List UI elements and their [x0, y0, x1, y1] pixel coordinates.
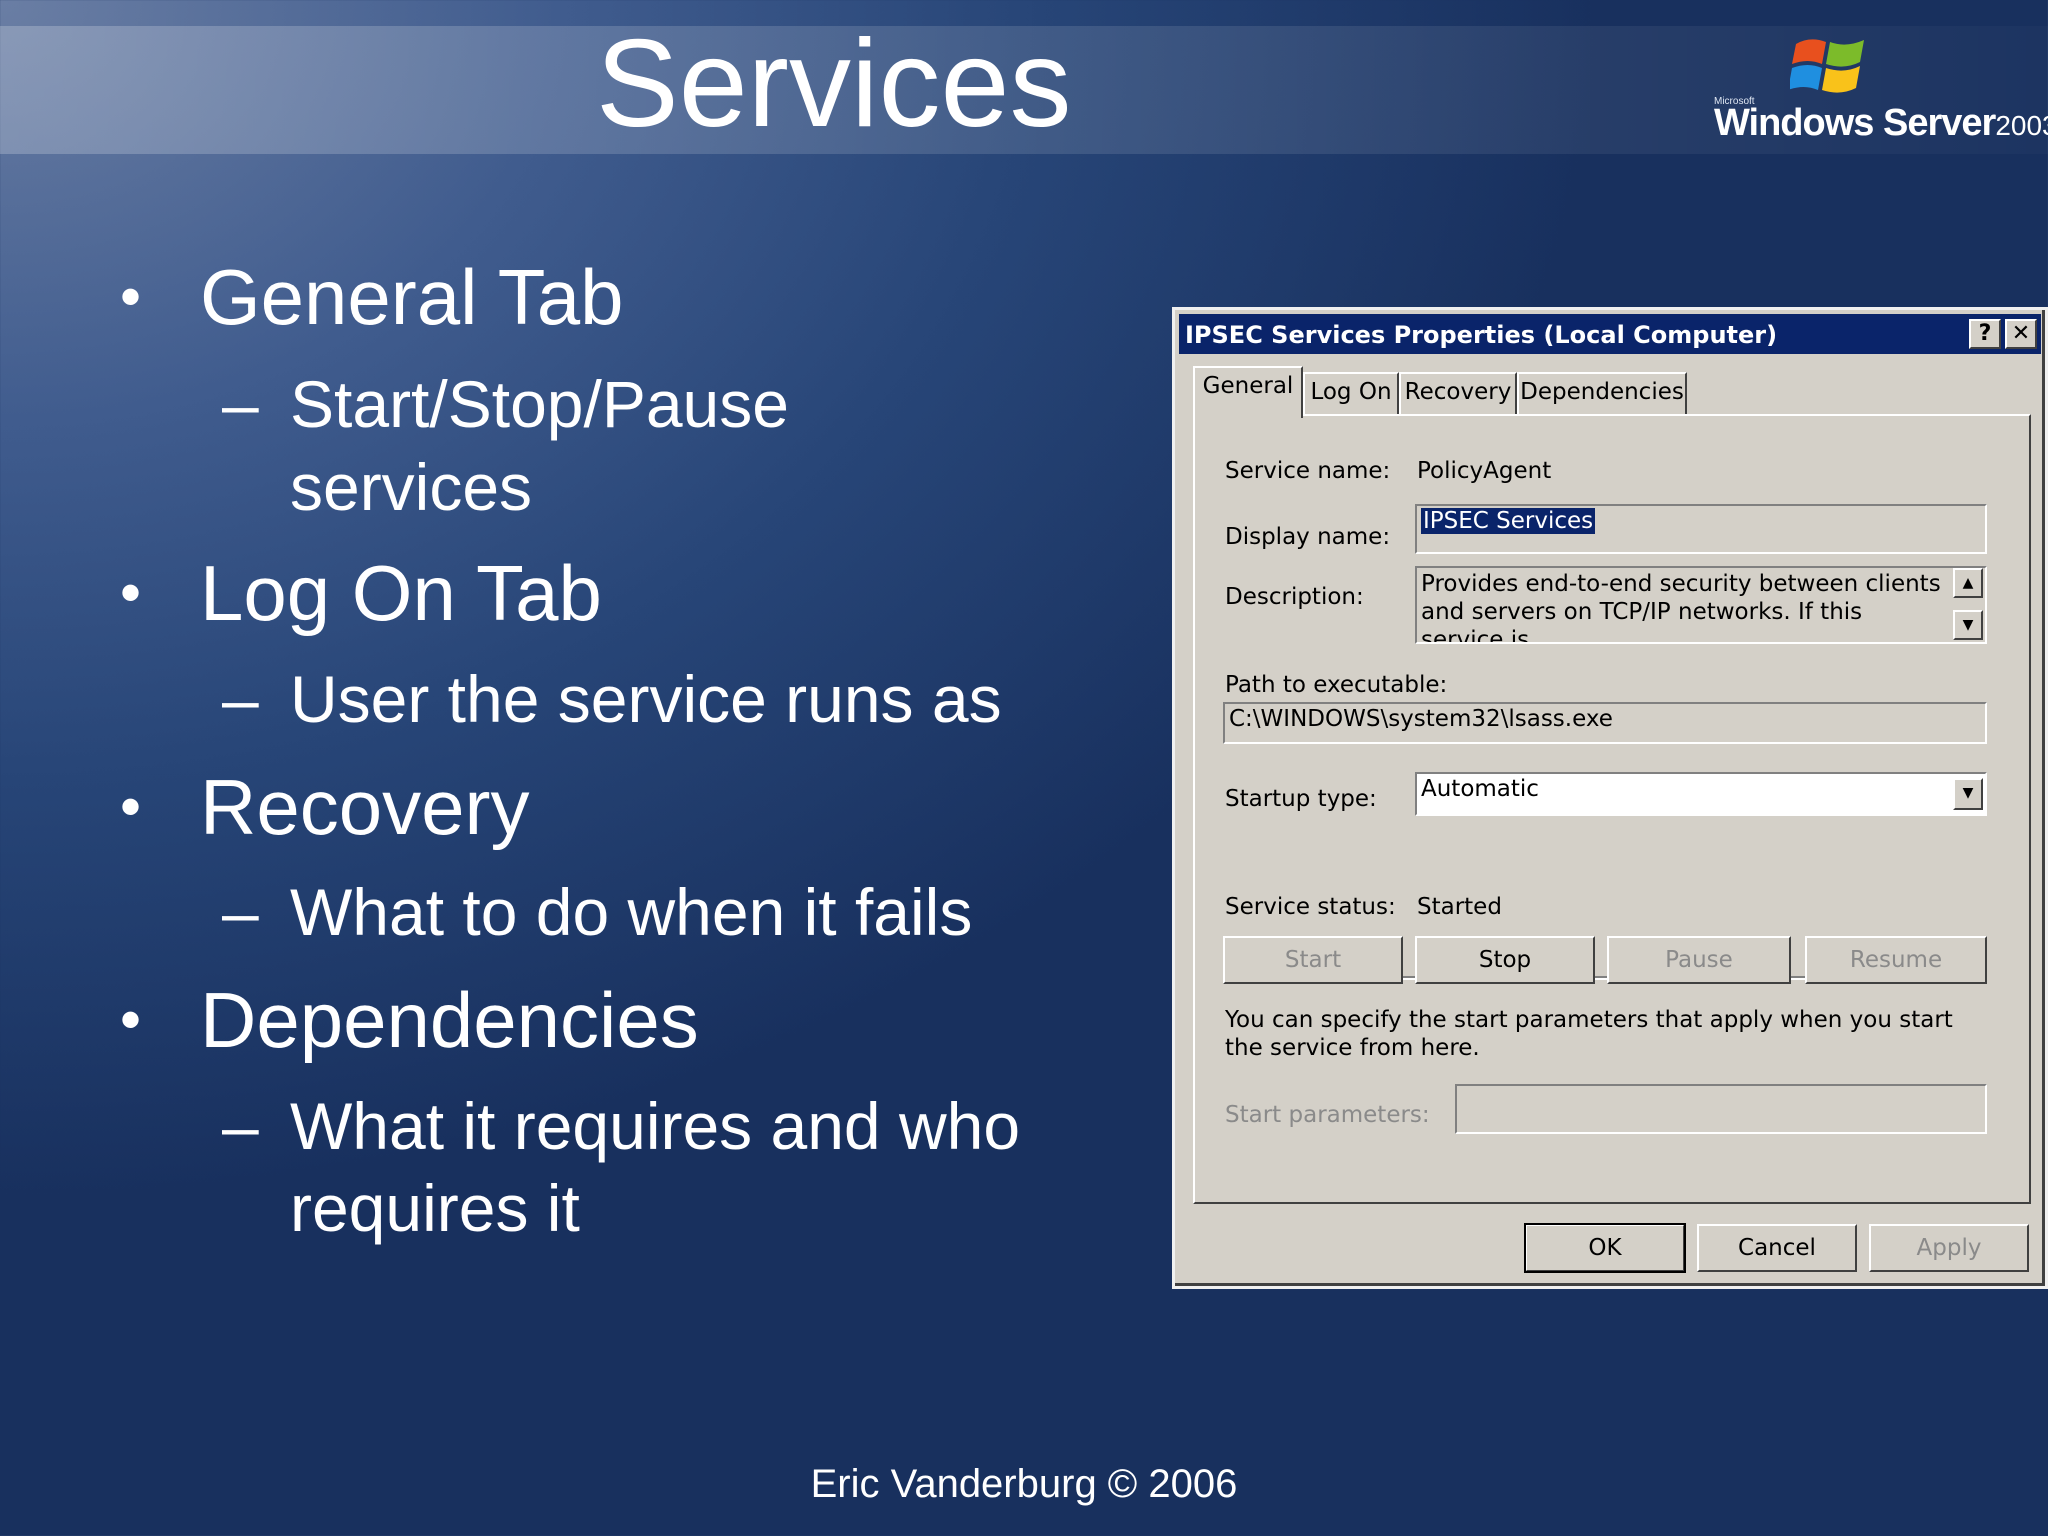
start-params-hint: You can specify the start parameters tha… — [1225, 1007, 1953, 1061]
start-params-label: Start parameters: — [1225, 1102, 1430, 1128]
description-value: Provides end-to-end security between cli… — [1421, 571, 1941, 644]
tab-general[interactable]: General — [1193, 366, 1303, 418]
service-status-label: Service status: — [1225, 894, 1396, 920]
startup-type-value: Automatic — [1421, 776, 1539, 802]
display-name-input[interactable]: IPSEC Services — [1415, 504, 1987, 554]
display-name-value: IPSEC Services — [1421, 508, 1596, 534]
scroll-down-arrow-icon[interactable]: ▼ — [1953, 610, 1983, 640]
apply-button[interactable]: Apply — [1869, 1224, 2029, 1272]
close-button[interactable]: ✕ — [2005, 319, 2037, 349]
cancel-button[interactable]: Cancel — [1697, 1224, 1857, 1272]
bullet-dot-icon: • — [120, 559, 142, 626]
start-button[interactable]: Start — [1223, 936, 1403, 984]
dialog-titlebar[interactable]: IPSEC Services Properties (Local Compute… — [1179, 314, 2041, 354]
dialog-title: IPSEC Services Properties (Local Compute… — [1185, 321, 1778, 349]
dash-icon: – — [222, 1089, 259, 1163]
ok-button[interactable]: OK — [1524, 1223, 1686, 1273]
stop-button[interactable]: Stop — [1415, 936, 1595, 984]
resume-button[interactable]: Resume — [1805, 936, 1987, 984]
service-name-value: PolicyAgent — [1417, 458, 1552, 484]
display-name-label: Display name: — [1225, 524, 1391, 550]
description-label: Description: — [1225, 584, 1364, 610]
tab-recovery[interactable]: Recovery — [1399, 372, 1517, 414]
windows-flag-icon — [1790, 39, 1864, 93]
help-button[interactable]: ? — [1969, 319, 2001, 349]
service-status-value: Started — [1417, 894, 1502, 920]
tab-log-on[interactable]: Log On — [1303, 372, 1399, 414]
description-textbox[interactable]: Provides end-to-end security between cli… — [1415, 566, 1987, 644]
start-params-input[interactable] — [1455, 1084, 1987, 1134]
bullet-dot-icon: • — [120, 263, 142, 330]
tab-dependencies[interactable]: Dependencies — [1517, 372, 1687, 414]
bullet-dot-icon: • — [120, 986, 142, 1053]
startup-type-select[interactable]: Automatic — [1415, 772, 1987, 816]
slide-title: Services — [596, 15, 1072, 153]
windows-server-logo: Microsoft Windows Server2003 — [1710, 30, 2048, 150]
startup-type-label: Startup type: — [1225, 786, 1377, 812]
dash-icon: – — [222, 662, 259, 736]
path-label: Path to executable: — [1225, 672, 1448, 698]
dash-icon: – — [222, 875, 259, 949]
slide-footer: Eric Vanderburg © 2006 — [810, 1462, 1238, 1506]
service-name-label: Service name: — [1225, 458, 1391, 484]
pause-button[interactable]: Pause — [1607, 936, 1791, 984]
dropdown-arrow-icon[interactable]: ▼ — [1953, 778, 1983, 810]
bullet-dot-icon: • — [120, 773, 142, 840]
logo-product: Windows Server2003 — [1714, 102, 2048, 144]
scroll-up-arrow-icon[interactable]: ▲ — [1953, 568, 1983, 598]
service-properties-dialog: IPSEC Services Properties (Local Compute… — [1172, 307, 2048, 1289]
path-field: C:\WINDOWS\system32\lsass.exe — [1223, 702, 1987, 744]
dash-icon: – — [222, 367, 259, 441]
general-tab-panel: Service name: PolicyAgent Display name: … — [1193, 414, 2031, 1204]
